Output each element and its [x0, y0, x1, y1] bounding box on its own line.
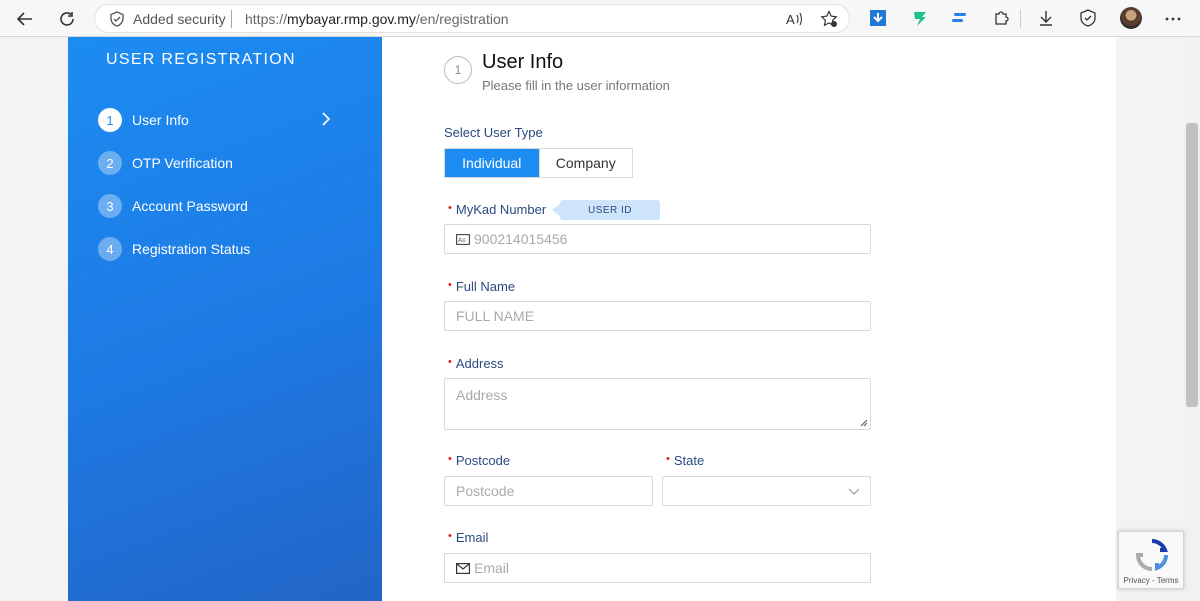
mykad-input[interactable]: A≡ 900214015456 — [444, 224, 871, 254]
step-number: 4 — [98, 237, 122, 261]
resize-grip-icon[interactable] — [860, 419, 868, 427]
refresh-icon[interactable] — [54, 6, 80, 32]
step-user-info[interactable]: 1 User Info — [98, 108, 331, 132]
email-placeholder: Email — [474, 560, 510, 576]
email-input[interactable]: Email — [444, 553, 871, 583]
step-number: 1 — [98, 108, 122, 132]
mykad-label: • MyKad Number — [448, 202, 547, 217]
step-number: 2 — [98, 151, 122, 175]
svg-text:A≡: A≡ — [458, 238, 466, 244]
user-type-company-button[interactable]: Company — [538, 149, 633, 177]
recaptcha-badge[interactable]: Privacy - Terms — [1118, 531, 1184, 589]
chevron-down-icon — [848, 488, 860, 495]
step-indicator-circle: 1 — [444, 56, 472, 84]
postcode-placeholder: Postcode — [456, 483, 515, 499]
sidebar-title: USER REGISTRATION — [106, 51, 296, 68]
postcode-input[interactable]: Postcode — [444, 476, 653, 506]
full-name-placeholder: FULL NAME — [456, 308, 535, 324]
envelope-icon — [456, 562, 470, 574]
favorite-star-icon[interactable] — [819, 9, 839, 29]
page-subtitle: Please fill in the user information — [482, 78, 670, 93]
postcode-label: • Postcode — [448, 453, 511, 468]
chevron-right-icon — [322, 112, 331, 126]
scrollbar-thumb[interactable] — [1186, 123, 1198, 407]
email-label: • Email — [448, 530, 489, 545]
recaptcha-logo-icon — [1135, 539, 1168, 571]
step-label: User Info — [132, 112, 189, 128]
profile-avatar[interactable] — [1120, 7, 1142, 29]
step-label: OTP Verification — [132, 155, 233, 171]
address-placeholder: Address — [456, 387, 508, 403]
user-id-tag: USER ID — [552, 200, 660, 220]
full-name-input[interactable]: FULL NAME — [444, 301, 871, 331]
step-registration-status[interactable]: 4 Registration Status — [98, 237, 250, 261]
browser-toolbar: Added security https://mybayar.rmp.gov.m… — [0, 0, 1200, 37]
recaptcha-privacy-terms[interactable]: Privacy - Terms — [1119, 576, 1183, 585]
registration-page: USER REGISTRATION 1 User Info 2 OTP Veri… — [68, 37, 1116, 601]
blue-lines-extension-icon[interactable] — [950, 8, 970, 28]
full-name-label: • Full Name — [448, 279, 516, 294]
puzzle-extensions-icon[interactable] — [992, 8, 1012, 28]
url-text[interactable]: https://mybayar.rmp.gov.my/en/registrati… — [245, 11, 509, 27]
registration-sidebar: USER REGISTRATION 1 User Info 2 OTP Veri… — [68, 37, 382, 601]
page-title: User Info — [482, 51, 564, 73]
more-menu-icon[interactable] — [1160, 6, 1186, 32]
read-aloud-icon[interactable]: A — [785, 9, 805, 29]
step-label: Registration Status — [132, 241, 251, 257]
address-bar[interactable]: Added security https://mybayar.rmp.gov.m… — [94, 4, 850, 33]
step-otp-verification[interactable]: 2 OTP Verification — [98, 151, 233, 175]
toolbar-divider — [1020, 10, 1021, 28]
browser-essentials-icon[interactable] — [1078, 8, 1098, 28]
downloads-icon[interactable] — [1036, 8, 1056, 28]
shield-check-icon[interactable] — [109, 11, 125, 27]
svg-text:A: A — [786, 12, 795, 27]
page-scrollbar[interactable] — [1184, 37, 1200, 601]
download-extension-icon[interactable] — [868, 8, 888, 28]
address-label: • Address — [448, 356, 504, 371]
step-label: Account Password — [132, 198, 248, 214]
back-arrow-icon[interactable] — [12, 6, 38, 32]
mykad-placeholder: 900214015456 — [474, 231, 568, 247]
address-textarea[interactable]: Address — [444, 378, 871, 430]
user-type-selector: Individual Company — [444, 148, 633, 178]
address-separator — [231, 10, 232, 28]
state-select[interactable] — [662, 476, 871, 506]
security-label[interactable]: Added security — [133, 11, 226, 27]
state-label: • State — [666, 453, 705, 468]
form-panel: 1 User Info Please fill in the user info… — [382, 37, 1116, 601]
id-card-icon: A≡ — [456, 233, 470, 245]
user-type-label: Select User Type — [444, 125, 543, 140]
green-extension-icon[interactable] — [910, 8, 930, 28]
step-number: 3 — [98, 194, 122, 218]
step-account-password[interactable]: 3 Account Password — [98, 194, 248, 218]
user-type-individual-button[interactable]: Individual — [445, 149, 539, 177]
